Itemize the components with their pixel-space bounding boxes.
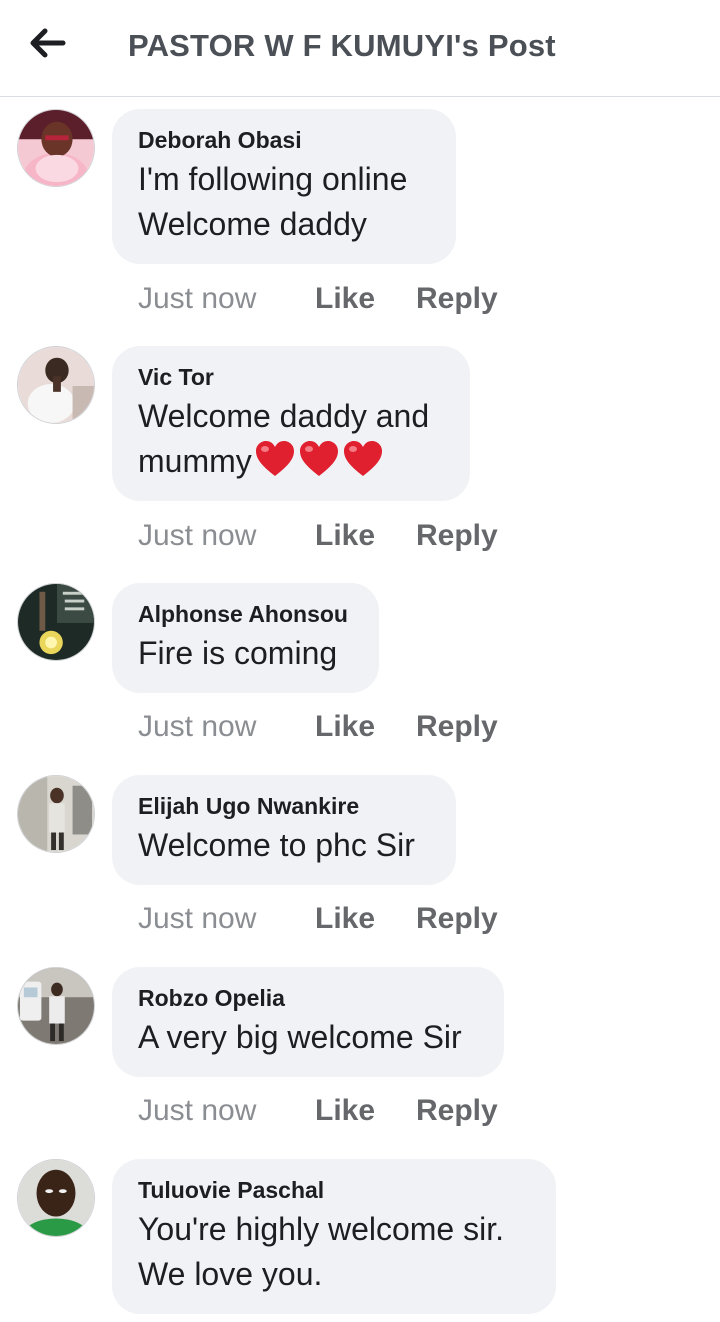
avatar[interactable] bbox=[17, 583, 95, 661]
top-bar: PASTOR W F KUMUYI's Post bbox=[0, 0, 720, 97]
like-button[interactable]: Like bbox=[315, 710, 416, 744]
reply-button[interactable]: Reply bbox=[416, 1094, 498, 1128]
comment-timestamp: Just now bbox=[138, 519, 257, 552]
comment-author[interactable]: Alphonse Ahonsou bbox=[138, 599, 353, 629]
page-title: PASTOR W F KUMUYI's Post bbox=[128, 28, 556, 63]
comment-bubble: Tuluovie Paschal You're highly welcome s… bbox=[112, 1159, 556, 1314]
comment-actions: Just now Like Reply bbox=[138, 1091, 498, 1131]
comment-bubble: Alphonse Ahonsou Fire is coming bbox=[112, 583, 379, 693]
comment-actions: Just now Like Reply bbox=[138, 279, 498, 319]
comment-timestamp: Just now bbox=[138, 710, 257, 743]
comment-text-fragment: mummy bbox=[138, 443, 252, 479]
avatar[interactable] bbox=[17, 775, 95, 853]
comment-timestamp: Just now bbox=[138, 902, 257, 935]
reply-button[interactable]: Reply bbox=[416, 519, 498, 553]
comment-text-line: I'm following online bbox=[138, 161, 408, 197]
comment-text-line: mummy bbox=[138, 439, 444, 484]
comment-text-line: Welcome daddy bbox=[138, 206, 367, 242]
avatar[interactable] bbox=[17, 1159, 95, 1237]
heart-icon bbox=[255, 441, 294, 476]
comment-actions: Just now Like Reply bbox=[138, 707, 498, 747]
arrow-left-icon bbox=[30, 28, 66, 58]
comment-timestamp: Just now bbox=[138, 282, 257, 315]
comment-bubble: Vic Tor Welcome daddy and mummy bbox=[112, 346, 470, 501]
comment-text-line: A very big welcome Sir bbox=[138, 1019, 462, 1055]
comment-timestamp: Just now bbox=[138, 1094, 257, 1127]
heart-icon bbox=[299, 441, 338, 476]
comment-text-line: Welcome to phc Sir bbox=[138, 827, 415, 863]
comment-text-line: You're highly welcome sir. bbox=[138, 1211, 504, 1247]
like-button[interactable]: Like bbox=[315, 282, 416, 316]
like-button[interactable]: Like bbox=[315, 1094, 416, 1128]
comment-text-line: Fire is coming bbox=[138, 635, 338, 671]
like-button[interactable]: Like bbox=[315, 902, 416, 936]
avatar[interactable] bbox=[17, 967, 95, 1045]
back-button[interactable] bbox=[22, 20, 74, 66]
heart-icon bbox=[343, 441, 382, 476]
avatar[interactable] bbox=[17, 109, 95, 187]
comment-bubble: Elijah Ugo Nwankire Welcome to phc Sir bbox=[112, 775, 456, 885]
comment-bubble: Robzo Opelia A very big welcome Sir bbox=[112, 967, 504, 1077]
comment-author[interactable]: Vic Tor bbox=[138, 362, 444, 392]
comment-actions: Just now Like Reply bbox=[138, 516, 498, 556]
comment-author[interactable]: Deborah Obasi bbox=[138, 125, 430, 155]
comment-author[interactable]: Robzo Opelia bbox=[138, 983, 478, 1013]
reply-button[interactable]: Reply bbox=[416, 710, 498, 744]
avatar[interactable] bbox=[17, 346, 95, 424]
reply-button[interactable]: Reply bbox=[416, 282, 498, 316]
comment-bubble: Deborah Obasi I'm following online Welco… bbox=[112, 109, 456, 264]
emoji-group bbox=[254, 440, 384, 478]
comment-text-line: Welcome daddy and bbox=[138, 398, 430, 434]
reply-button[interactable]: Reply bbox=[416, 902, 498, 936]
comment-actions: Just now Like Reply bbox=[138, 899, 498, 939]
like-button[interactable]: Like bbox=[315, 519, 416, 553]
comment-text-line: We love you. bbox=[138, 1256, 323, 1292]
comment-author[interactable]: Tuluovie Paschal bbox=[138, 1175, 530, 1205]
comment-author[interactable]: Elijah Ugo Nwankire bbox=[138, 791, 430, 821]
